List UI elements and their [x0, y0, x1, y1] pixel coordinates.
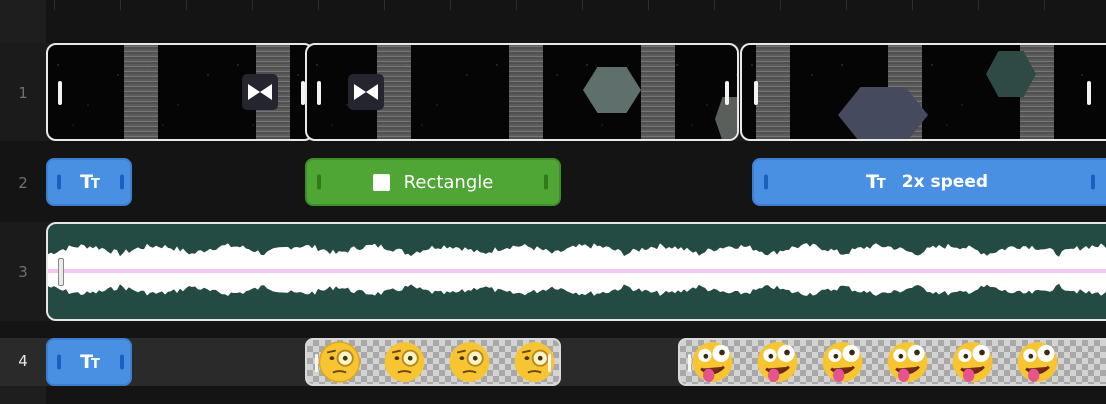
clip-trim-handle-left[interactable]	[57, 354, 61, 370]
shape-clip-label: Rectangle	[403, 171, 494, 193]
video-thumbnail-stripe	[756, 45, 790, 139]
text-tt-icon: TT	[80, 351, 100, 373]
zany-face-emoji	[757, 342, 798, 382]
clip-trim-handle-left[interactable]	[58, 81, 62, 105]
clip-trim-handle-left[interactable]	[317, 81, 321, 105]
ruler-tick	[252, 0, 253, 10]
video-thumbnail-stripe	[641, 45, 675, 139]
timeline-ruler[interactable]	[46, 0, 1106, 43]
clip-trim-handle-right[interactable]	[1087, 81, 1091, 105]
ruler-tick	[120, 0, 121, 10]
face-with-monocle-emoji	[514, 342, 555, 382]
video-thumbnail-stripe	[509, 45, 543, 139]
ruler-tick	[714, 0, 715, 10]
ruler-tick	[450, 0, 451, 10]
track-number-3: 3	[18, 263, 28, 281]
text-clip[interactable]: TT	[46, 338, 132, 386]
clip-trim-handle-right[interactable]	[544, 174, 548, 190]
emoji-sticker-clip[interactable]	[678, 338, 1106, 386]
audio-clip[interactable]	[46, 222, 1106, 321]
clip-trim-handle-left[interactable]	[317, 174, 321, 190]
clip-trim-handle-right[interactable]	[120, 174, 124, 190]
text-tt-icon: TT	[80, 171, 100, 193]
ruler-tick	[384, 0, 385, 10]
track-gap	[0, 321, 1106, 338]
emoji-sticker-clip[interactable]	[305, 338, 561, 386]
clip-trim-handle-left[interactable]	[57, 174, 61, 190]
zany-face-emoji	[887, 342, 928, 382]
face-with-monocle-emoji	[318, 341, 361, 383]
clip-trim-handle-left[interactable]	[764, 174, 768, 190]
zany-face-emoji	[822, 342, 863, 382]
clip-trim-handle-right[interactable]	[548, 354, 551, 372]
text-tt-icon: TT	[865, 171, 886, 193]
text-clip[interactable]: TT	[46, 158, 132, 206]
clip-trim-handle-left[interactable]	[315, 354, 318, 372]
ruler-tick	[582, 0, 583, 10]
audio-volume-line[interactable]	[48, 269, 1106, 273]
zany-face-emoji	[692, 342, 733, 382]
ruler-tick	[648, 0, 649, 10]
ruler-tick	[846, 0, 847, 10]
clip-trim-handle-right[interactable]	[120, 354, 124, 370]
ruler-tick	[516, 0, 517, 10]
zany-face-emoji	[1017, 342, 1058, 382]
face-with-monocle-emoji	[384, 342, 425, 382]
shape-clip[interactable]: Rectangle	[305, 158, 561, 206]
bowtie-transition-icon[interactable]	[348, 74, 384, 110]
clip-trim-handle-left[interactable]	[754, 81, 758, 105]
ruler-tick	[186, 0, 187, 10]
text-clip-label: 2x speed	[901, 172, 989, 192]
video-clip[interactable]	[740, 43, 1106, 141]
ruler-tick	[54, 0, 55, 10]
clip-trim-handle-left[interactable]	[688, 354, 691, 372]
video-thumbnail-stripe	[124, 45, 158, 139]
track-number-2: 2	[18, 174, 28, 192]
clip-trim-handle-right[interactable]	[1091, 174, 1095, 190]
ruler-tick	[978, 0, 979, 10]
track-number-1: 1	[18, 84, 28, 102]
ruler-tick	[318, 0, 319, 10]
face-with-monocle-emoji	[449, 342, 490, 382]
ruler-tick	[912, 0, 913, 10]
square-icon	[372, 173, 390, 191]
bowtie-transition-icon[interactable]	[242, 74, 278, 110]
ruler-tick	[1044, 0, 1045, 10]
ruler-tick	[780, 0, 781, 10]
text-clip[interactable]: TT 2x speed	[752, 158, 1106, 206]
track-number-4: 4	[18, 352, 28, 370]
clip-trim-handle-right[interactable]	[725, 81, 729, 105]
clip-trim-handle-left[interactable]	[58, 258, 64, 286]
zany-face-emoji	[952, 342, 993, 382]
